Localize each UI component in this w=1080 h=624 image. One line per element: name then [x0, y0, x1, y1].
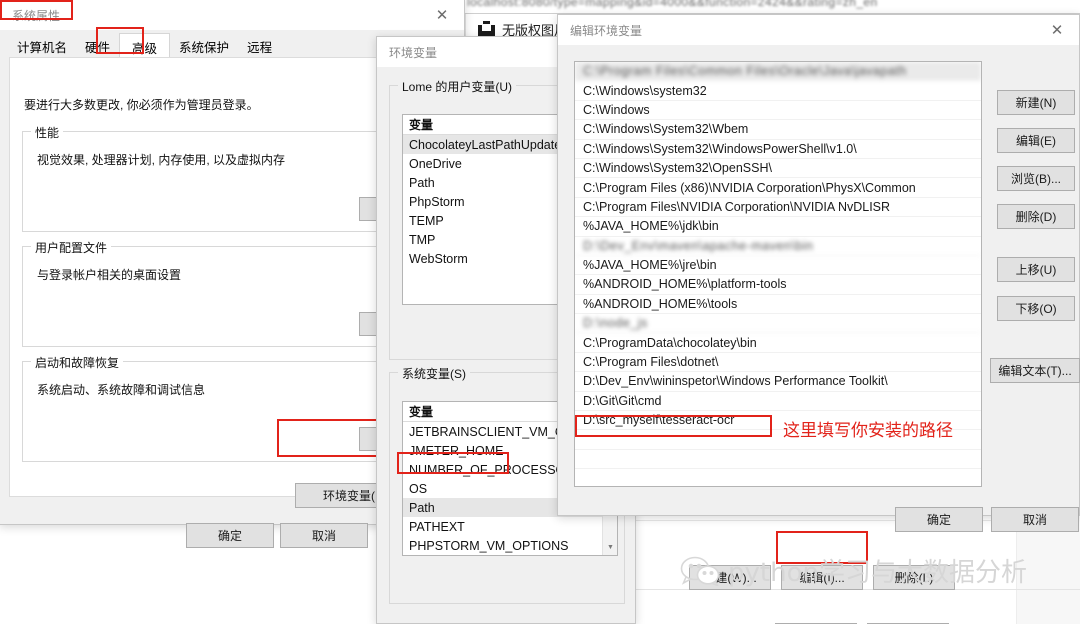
path-entry-row[interactable]: D:\Dev_Env\wininspetor\Windows Performan… [575, 372, 981, 392]
background-url-strip: localhost:8080/type=mapping&id=4000&&fun… [465, 0, 1080, 13]
edit-env-variable-body: C:\Program Files\Common Files\Oracle\Jav… [558, 45, 1080, 532]
system-variables-edit-button[interactable]: 编辑(I)... [781, 565, 863, 590]
path-entry-row[interactable]: C:\Windows\System32\WindowsPowerShell\v1… [575, 140, 981, 159]
path-new-button[interactable]: 新建(N) [997, 90, 1075, 115]
path-entry-row[interactable]: D:\Dev_Env\maven\apache-maven\bin [575, 237, 981, 256]
group-startup-recovery-desc: 系统启动、系统故障和调试信息 [37, 383, 206, 397]
system-variable-row[interactable]: PHPSTORM_VM_OPTIONS [403, 536, 617, 555]
path-entry-row[interactable]: C:\Windows\System32\Wbem [575, 120, 981, 140]
path-entry-row[interactable]: D:\node_js [575, 314, 981, 334]
admin-notice: 要进行大多数更改, 你必须作为管理员登录。 [24, 98, 259, 112]
path-entry-row[interactable]: %JAVA_HOME%\jre\bin [575, 256, 981, 276]
screen-root: localhost:8080/type=mapping&id=4000&&fun… [0, 0, 1080, 624]
path-entry-row[interactable]: C:\Windows\System32\OpenSSH\ [575, 159, 981, 179]
scroll-down-icon[interactable]: ▼ [603, 540, 617, 555]
path-edit-button[interactable]: 编辑(E) [997, 128, 1075, 153]
annotation-text-install-path: 这里填写你安装的路径 [783, 421, 953, 441]
group-startup-recovery-label: 启动和故障恢复 [31, 354, 124, 371]
path-entry-row[interactable]: C:\Program Files (x86)\NVIDIA Corporatio… [575, 178, 981, 198]
path-entry-row[interactable] [575, 469, 981, 486]
path-entry-row[interactable]: C:\Windows\system32 [575, 81, 981, 101]
system-variables-new-button[interactable]: 新建(W)... [689, 565, 771, 590]
edit-env-ok-button[interactable]: 确定 [895, 507, 983, 532]
group-user-variables-label: Lome 的用户变量(U) [398, 78, 517, 95]
path-move-down-button[interactable]: 下移(O) [997, 296, 1075, 321]
path-entry-row[interactable]: C:\Program Files\NVIDIA Corporation\NVID… [575, 198, 981, 218]
group-user-profiles-label: 用户配置文件 [31, 239, 112, 256]
path-entry-row[interactable]: %ANDROID_HOME%\platform-tools [575, 275, 981, 295]
close-icon[interactable]: ✕ [1035, 15, 1079, 45]
group-performance-desc: 视觉效果, 处理器计划, 内存使用, 以及虚拟内存 [37, 153, 286, 167]
path-entry-row[interactable]: C:\Program Files\Common Files\Oracle\Jav… [575, 62, 981, 82]
close-icon[interactable]: ✕ [420, 0, 464, 30]
system-variable-row[interactable]: PROCESSOR_ARCHITECTURE [403, 555, 617, 556]
environment-variables-title: 环境变量 [389, 45, 438, 60]
system-properties-title: 系统属性 [12, 8, 61, 23]
path-browse-button[interactable]: 浏览(B)... [997, 166, 1075, 191]
path-entry-row[interactable]: %ANDROID_HOME%\tools [575, 295, 981, 315]
system-properties-cancel-button[interactable]: 取消 [280, 523, 368, 548]
edit-env-variable-titlebar: 编辑环境变量 ✕ [558, 15, 1079, 45]
path-delete-button[interactable]: 删除(D) [997, 204, 1075, 229]
path-entry-row[interactable]: C:\Windows [575, 101, 981, 121]
group-user-profiles-desc: 与登录帐户相关的桌面设置 [37, 268, 182, 282]
system-variables-delete-button[interactable]: 删除(L) [873, 565, 955, 590]
edit-env-cancel-button[interactable]: 取消 [991, 507, 1079, 532]
system-properties-titlebar: 系统属性 ✕ [0, 0, 464, 30]
path-entry-row[interactable]: C:\ProgramData\chocolatey\bin [575, 333, 981, 353]
image-download-icon [478, 21, 495, 37]
path-move-up-button[interactable]: 上移(U) [997, 257, 1075, 282]
edit-env-variable-window: 编辑环境变量 ✕ C:\Program Files\Common Files\O… [557, 14, 1080, 532]
system-variable-row[interactable]: PATHEXT [403, 517, 617, 536]
group-performance-label: 性能 [31, 124, 64, 141]
path-edit-text-button[interactable]: 编辑文本(T)... [990, 358, 1080, 383]
system-properties-ok-button[interactable]: 确定 [186, 523, 274, 548]
path-entry-row[interactable]: C:\Program Files\dotnet\ [575, 353, 981, 373]
path-entry-row[interactable]: D:\Git\Git\cmd [575, 392, 981, 412]
path-entry-row[interactable]: %JAVA_HOME%\jdk\bin [575, 217, 981, 237]
background-url-text: localhost:8080/type=mapping&id=4000&&fun… [467, 0, 878, 9]
edit-env-variable-title: 编辑环境变量 [570, 23, 643, 38]
path-entry-row[interactable] [575, 450, 981, 470]
group-system-variables-label: 系统变量(S) [398, 365, 470, 382]
